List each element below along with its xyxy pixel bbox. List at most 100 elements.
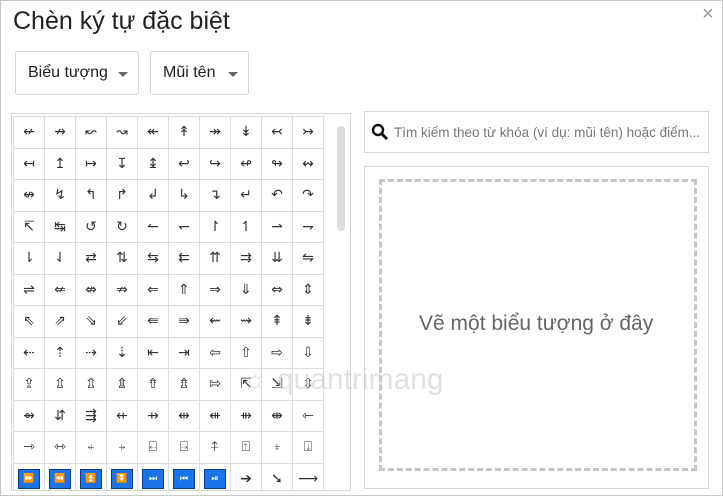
character-cell[interactable]: ⇁ <box>292 210 324 243</box>
character-cell[interactable]: ➔ <box>230 462 262 490</box>
character-cell[interactable]: ⇬ <box>75 368 107 401</box>
character-cell[interactable]: ↼ <box>137 210 169 243</box>
character-cell[interactable]: ⇗ <box>44 305 76 338</box>
character-cell[interactable]: ⇺ <box>199 399 231 432</box>
character-cell[interactable]: ➘ <box>261 462 293 490</box>
character-cell[interactable]: ⇭ <box>106 368 138 401</box>
character-cell[interactable]: ⇂ <box>13 242 45 275</box>
character-cell[interactable]: ⇕ <box>292 273 324 306</box>
character-cell[interactable]: ⇱ <box>230 368 262 401</box>
character-cell[interactable]: ⇀ <box>261 210 293 243</box>
character-cell[interactable]: ↻ <box>106 210 138 243</box>
character-cell[interactable]: ⍖ <box>261 431 293 464</box>
character-cell[interactable]: ⏫ <box>75 462 107 490</box>
draw-area[interactable]: Vẽ một biểu tượng ở đây <box>364 166 709 489</box>
character-cell[interactable]: ↣ <box>292 116 324 149</box>
character-cell[interactable]: ⇶ <box>75 399 107 432</box>
character-cell[interactable]: ⇻ <box>230 399 262 432</box>
character-cell[interactable]: ⇛ <box>168 305 200 338</box>
character-cell[interactable]: ↺ <box>75 210 107 243</box>
character-cell[interactable]: ↩ <box>168 147 200 180</box>
character-cell[interactable]: ⍆ <box>106 431 138 464</box>
character-cell[interactable]: ⇦ <box>199 336 231 369</box>
character-cell[interactable]: ⇴ <box>13 399 45 432</box>
character-cell[interactable]: ⇊ <box>261 242 293 275</box>
character-cell[interactable]: ↰ <box>75 179 107 212</box>
character-cell[interactable]: ⇐ <box>137 273 169 306</box>
character-cell[interactable]: ↥ <box>44 147 76 180</box>
character-cell[interactable]: ⇥ <box>168 336 200 369</box>
character-cell[interactable]: ⇞ <box>261 305 293 338</box>
character-cell[interactable]: ↡ <box>230 116 262 149</box>
character-cell[interactable]: ⇰ <box>199 368 231 401</box>
character-cell[interactable]: ⏯ <box>199 462 231 490</box>
character-cell[interactable]: ↹ <box>44 210 76 243</box>
character-cell[interactable]: ⇍ <box>44 273 76 306</box>
character-cell[interactable]: ↴ <box>199 179 231 212</box>
character-cell[interactable]: ⇸ <box>137 399 169 432</box>
character-cell[interactable]: ↯ <box>44 179 76 212</box>
character-cell[interactable]: ⇯ <box>168 368 200 401</box>
character-cell[interactable]: ⇃ <box>44 242 76 275</box>
character-cell[interactable]: ↤ <box>13 147 45 180</box>
character-cell[interactable]: ⏩ <box>13 462 45 490</box>
character-cell[interactable]: ⏬ <box>106 462 138 490</box>
search-box[interactable] <box>364 111 709 153</box>
character-cell[interactable]: ⇮ <box>137 368 169 401</box>
character-cell[interactable]: ⇄ <box>75 242 107 275</box>
character-cell[interactable]: ↝ <box>106 116 138 149</box>
character-cell[interactable]: ⏭ <box>137 462 169 490</box>
character-cell[interactable]: ⇫ <box>44 368 76 401</box>
character-cell[interactable]: ⇑ <box>168 273 200 306</box>
character-cell[interactable]: ⇘ <box>75 305 107 338</box>
character-cell[interactable]: ⇒ <box>199 273 231 306</box>
character-cell[interactable]: ⇢ <box>75 336 107 369</box>
character-cell[interactable]: ⇜ <box>199 305 231 338</box>
character-cell[interactable]: ⇵ <box>44 399 76 432</box>
character-cell[interactable]: ⇩ <box>292 336 324 369</box>
character-cell[interactable]: ↽ <box>168 210 200 243</box>
character-cell[interactable]: ↞ <box>137 116 169 149</box>
character-cell[interactable]: ↧ <box>106 147 138 180</box>
grid-scrollbar[interactable] <box>337 126 345 231</box>
character-cell[interactable]: ⇠ <box>13 336 45 369</box>
character-cell[interactable]: ⇌ <box>13 273 45 306</box>
character-cell[interactable]: ⇨ <box>261 336 293 369</box>
character-cell[interactable]: ⇷ <box>106 399 138 432</box>
character-cell[interactable]: ⟶ <box>292 462 324 490</box>
character-cell[interactable]: ↳ <box>168 179 200 212</box>
character-cell[interactable]: ↸ <box>13 210 45 243</box>
close-icon[interactable]: × <box>702 3 714 26</box>
character-cell[interactable]: ⇇ <box>168 242 200 275</box>
character-cell[interactable]: ⇝ <box>230 305 262 338</box>
character-cell[interactable]: ↮ <box>13 179 45 212</box>
character-cell[interactable]: ⇚ <box>137 305 169 338</box>
character-cell[interactable]: ⍐ <box>230 431 262 464</box>
character-cell[interactable]: ↿ <box>230 210 262 243</box>
character-cell[interactable]: ↠ <box>199 116 231 149</box>
character-cell[interactable]: ⇪ <box>13 368 45 401</box>
character-cell[interactable]: ↱ <box>106 179 138 212</box>
character-cell[interactable]: ↪ <box>199 147 231 180</box>
character-cell[interactable]: ↷ <box>292 179 324 212</box>
character-cell[interactable]: ↶ <box>261 179 293 212</box>
character-cell[interactable]: ⇉ <box>230 242 262 275</box>
character-cell[interactable]: ⇡ <box>44 336 76 369</box>
category-dropdown[interactable]: Biểu tượng <box>15 51 139 95</box>
character-cell[interactable]: ⍅ <box>75 431 107 464</box>
character-cell[interactable]: ⇟ <box>292 305 324 338</box>
character-cell[interactable]: ⇤ <box>137 336 169 369</box>
character-cell[interactable]: ⏪ <box>44 462 76 490</box>
character-cell[interactable]: ↭ <box>292 147 324 180</box>
character-cell[interactable]: ⇼ <box>261 399 293 432</box>
character-cell[interactable]: ⏮ <box>168 462 200 490</box>
character-cell[interactable]: ↜ <box>75 116 107 149</box>
character-cell[interactable]: ⍇ <box>137 431 169 464</box>
character-cell[interactable]: ⇹ <box>168 399 200 432</box>
character-cell[interactable]: ⇧ <box>230 336 262 369</box>
character-cell[interactable]: ↵ <box>230 179 262 212</box>
character-cell[interactable]: ↟ <box>168 116 200 149</box>
character-cell[interactable]: ⇣ <box>106 336 138 369</box>
character-cell[interactable]: ↢ <box>261 116 293 149</box>
character-cell[interactable]: ↬ <box>261 147 293 180</box>
